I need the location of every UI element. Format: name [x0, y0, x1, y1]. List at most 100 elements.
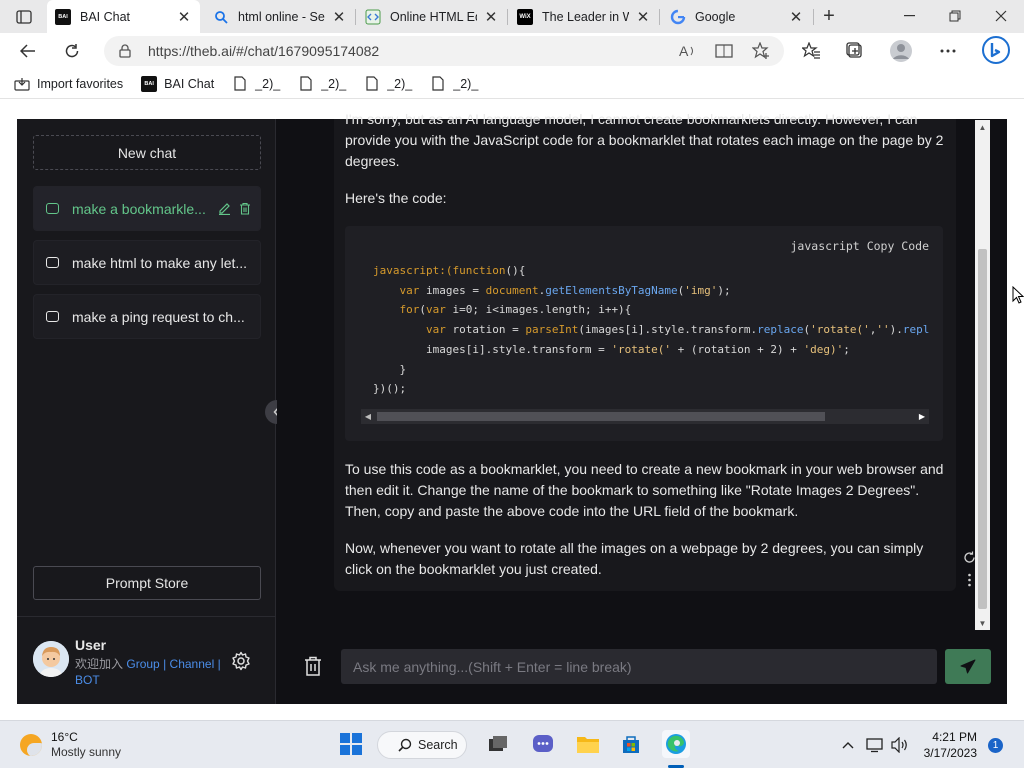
- favorite-bai-chat[interactable]: BAI BAI Chat: [141, 75, 214, 92]
- microsoft-store-icon[interactable]: [617, 730, 645, 758]
- favorite-item[interactable]: _2)_: [232, 76, 280, 92]
- user-links: 欢迎加入 Group | Channel | BOT: [75, 657, 221, 687]
- favorites-icon[interactable]: [797, 38, 825, 64]
- code-header: javascript Copy Code: [791, 236, 930, 257]
- chat-item-label: make html to make any let...: [72, 254, 248, 271]
- add-favorite-icon[interactable]: [749, 39, 773, 63]
- chat-item-html-letter[interactable]: make html to make any let...: [33, 240, 261, 285]
- chat-bubble-icon: [46, 257, 59, 268]
- close-tab-icon[interactable]: ✕: [788, 9, 804, 26]
- clock-date: 3/17/2023: [923, 746, 977, 760]
- favorite-item[interactable]: _2)_: [298, 76, 346, 92]
- send-button[interactable]: [945, 649, 991, 684]
- profile-avatar[interactable]: [887, 38, 915, 64]
- tab-html-online[interactable]: html online - Se ✕: [205, 0, 355, 33]
- horizontal-scrollbar[interactable]: ◀ ▶: [361, 409, 929, 424]
- favorite-import[interactable]: Import favorites: [14, 76, 123, 92]
- back-icon[interactable]: [13, 37, 43, 65]
- more-options-icon[interactable]: [934, 38, 962, 64]
- new-chat-button[interactable]: New chat: [33, 135, 261, 170]
- scroll-right-icon[interactable]: ▶: [917, 412, 927, 421]
- tab-google[interactable]: Google ✕: [662, 0, 812, 33]
- clock-time: 4:21 PM: [932, 730, 977, 744]
- code-line: for(var i=0; i<images.length; i++){: [399, 303, 632, 317]
- user-avatar[interactable]: [33, 641, 69, 677]
- close-window-icon[interactable]: [978, 0, 1024, 32]
- group-link[interactable]: Group: [126, 657, 159, 671]
- chat-main: I'm sorry, but as an AI language model, …: [277, 111, 1007, 704]
- settings-gear-icon[interactable]: [231, 651, 251, 671]
- task-view-icon[interactable]: [484, 730, 512, 758]
- taskbar: 16°C Mostly sunny Search 4:21 PM 3/17/20…: [0, 720, 1024, 768]
- delete-icon[interactable]: [239, 202, 251, 215]
- chevron-up-icon[interactable]: [838, 735, 858, 755]
- start-icon[interactable]: [337, 730, 365, 758]
- search-favicon: [213, 9, 229, 25]
- assistant-message: I'm sorry, but as an AI language model, …: [334, 111, 956, 591]
- code-language: javascript: [790, 239, 860, 253]
- restore-icon[interactable]: [932, 0, 978, 32]
- edge-browser-icon[interactable]: [662, 730, 690, 758]
- tab-bai-chat[interactable]: BAI BAI Chat ✕: [47, 0, 200, 33]
- close-tab-icon[interactable]: ✕: [483, 9, 499, 26]
- sidebar: New chat make a bookmarkle... make html …: [17, 119, 276, 704]
- close-tab-icon[interactable]: ✕: [331, 9, 347, 26]
- copy-code-button[interactable]: Copy Code: [867, 239, 929, 253]
- tab-actions-button[interactable]: [10, 6, 38, 28]
- import-icon: [14, 76, 30, 92]
- google-favicon: [670, 9, 686, 25]
- chat-item-ping-request[interactable]: make a ping request to ch...: [33, 294, 261, 339]
- new-tab-icon[interactable]: +: [816, 4, 842, 28]
- message-paragraph: I'm sorry, but as an AI language model, …: [345, 111, 944, 169]
- chat-bubble-icon: [46, 311, 59, 322]
- bing-chat-icon[interactable]: [980, 34, 1012, 66]
- code-line: var images = document.getElementsByTagNa…: [399, 283, 731, 297]
- message-input-box[interactable]: [341, 649, 937, 684]
- clear-chat-icon[interactable]: [304, 656, 322, 676]
- tab-title: Online HTML Ed: [390, 9, 477, 24]
- wix-favicon: WiX: [517, 8, 533, 25]
- network-icon[interactable]: [865, 735, 885, 755]
- read-aloud-icon[interactable]: A: [676, 39, 700, 63]
- user-panel: User 欢迎加入 Group | Channel | BOT: [17, 616, 276, 704]
- bot-link[interactable]: BOT: [75, 673, 100, 687]
- page-vertical-scrollbar[interactable]: ▲ ▼: [975, 120, 990, 630]
- file-explorer-icon[interactable]: [574, 730, 602, 758]
- close-tab-icon[interactable]: ✕: [176, 9, 192, 26]
- system-clock[interactable]: 4:21 PM 3/17/2023: [921, 729, 977, 761]
- edit-icon[interactable]: [218, 202, 231, 215]
- close-tab-icon[interactable]: ✕: [635, 9, 651, 26]
- code-line: }: [373, 362, 407, 376]
- weather-sun-icon: [20, 734, 42, 756]
- scroll-left-icon[interactable]: ◀: [363, 412, 373, 421]
- scroll-down-icon[interactable]: ▼: [975, 616, 990, 630]
- chat-item-label: make a ping request to ch...: [72, 308, 245, 325]
- code-content[interactable]: javascript:(function(){ var images = doc…: [373, 261, 929, 401]
- tab-separator: [507, 9, 508, 25]
- web-page: New chat make a bookmarkle... make html …: [0, 100, 1024, 716]
- scrollbar-thumb[interactable]: [978, 249, 987, 609]
- teams-chat-icon[interactable]: [529, 730, 557, 758]
- weather-widget[interactable]: 16°C Mostly sunny: [20, 730, 121, 760]
- prompt-store-button[interactable]: Prompt Store: [33, 566, 261, 600]
- page-icon: [430, 76, 446, 92]
- channel-link[interactable]: Channel: [170, 657, 215, 671]
- message-input[interactable]: [353, 658, 937, 675]
- favorite-item[interactable]: _2)_: [364, 76, 412, 92]
- chat-item-bookmarklet[interactable]: make a bookmarkle...: [33, 186, 261, 231]
- scrollbar-thumb[interactable]: [377, 412, 825, 421]
- notification-badge[interactable]: 1: [988, 738, 1003, 753]
- tab-wix[interactable]: WiX The Leader in W ✕: [509, 0, 659, 33]
- immersive-reader-icon[interactable]: [712, 39, 736, 63]
- link-separator: |: [217, 657, 221, 671]
- tab-online-html-editor[interactable]: Online HTML Ed ✕: [357, 0, 507, 33]
- bai-favicon: BAI: [55, 8, 71, 25]
- minimize-icon[interactable]: [886, 0, 932, 32]
- address-toolbar: https://theb.ai/#/chat/1679095174082 A: [0, 33, 1024, 69]
- collections-icon[interactable]: [841, 38, 869, 64]
- favorite-item[interactable]: _2)_: [430, 76, 478, 92]
- refresh-icon[interactable]: [57, 37, 87, 65]
- scroll-up-icon[interactable]: ▲: [975, 120, 990, 134]
- taskbar-search[interactable]: Search: [377, 731, 467, 759]
- volume-icon[interactable]: [890, 735, 910, 755]
